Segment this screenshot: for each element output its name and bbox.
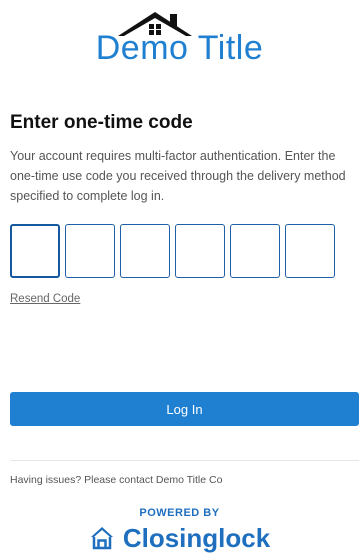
otp-digit-5[interactable] xyxy=(230,224,280,278)
brand-name: Closinglock xyxy=(122,523,271,553)
page-description: Your account requires multi-factor authe… xyxy=(10,149,346,203)
otp-input-group xyxy=(10,224,335,278)
header-logo: Demo Title xyxy=(0,8,359,67)
login-button[interactable]: Log In xyxy=(10,392,359,426)
resend-code-link[interactable]: Resend Code xyxy=(10,293,80,305)
otp-digit-6[interactable] xyxy=(285,224,335,278)
logo-title: Demo Title xyxy=(95,29,264,67)
otp-digit-4[interactable] xyxy=(175,224,225,278)
support-text: Having issues? Please contact Demo Title… xyxy=(10,474,223,486)
page-title: Enter one-time code xyxy=(10,112,193,133)
brand-logo: Closinglock xyxy=(0,522,359,554)
house-icon xyxy=(90,527,113,550)
divider xyxy=(10,460,359,461)
otp-digit-2[interactable] xyxy=(65,224,115,278)
otp-digit-3[interactable] xyxy=(120,224,170,278)
powered-by-label: POWERED BY xyxy=(139,507,220,519)
otp-digit-1[interactable] xyxy=(10,224,60,278)
